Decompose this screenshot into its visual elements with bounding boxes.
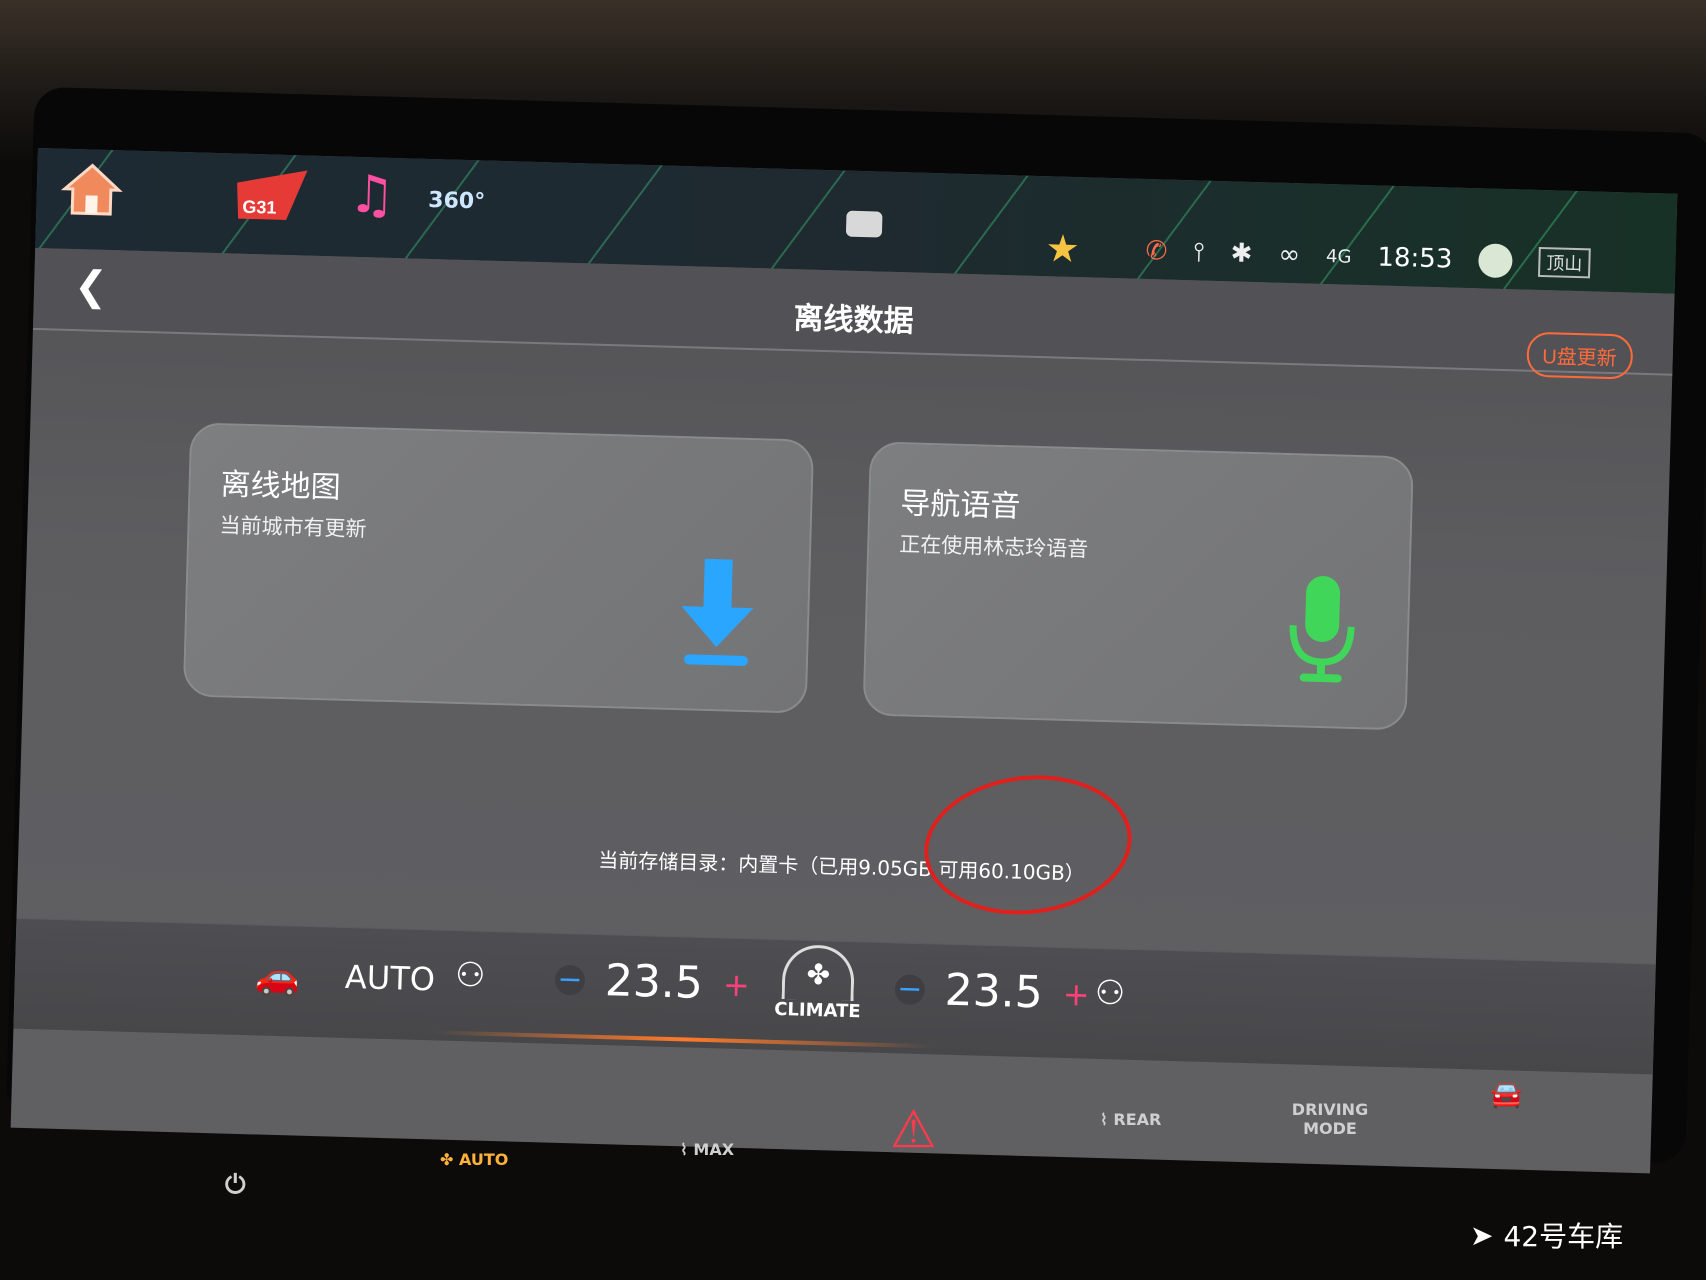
infotainment-screen: G31 ♫ 360° ★ ✆ ⫯ ✱ ∞ 4G 18:53 顶山 ❮ 离线数据 … bbox=[10, 148, 1678, 1174]
music-icon[interactable]: ♫ bbox=[341, 165, 403, 227]
left-temp-minus[interactable]: − bbox=[554, 962, 586, 998]
hazard-button[interactable]: ⚠ bbox=[890, 1100, 937, 1160]
right-temp-plus[interactable]: + bbox=[1062, 974, 1090, 1013]
driving-mode-button[interactable]: DRIVING MODE bbox=[1290, 1100, 1370, 1138]
usb-icon: ⫯ bbox=[1192, 236, 1206, 268]
bluetooth-off-icon: ✱ bbox=[1230, 238, 1253, 269]
usb-update-button[interactable]: U盘更新 bbox=[1525, 331, 1634, 380]
microphone-icon bbox=[1289, 576, 1355, 683]
offline-map-card[interactable]: 离线地图 当前城市有更新 bbox=[182, 422, 815, 714]
watermark: ➤ 42号车库 bbox=[1470, 1218, 1624, 1254]
logo-icon: ➤ bbox=[1470, 1218, 1494, 1252]
seat-heat-right-icon[interactable]: ⚇ bbox=[1094, 973, 1126, 1014]
home-icon[interactable] bbox=[56, 159, 128, 221]
right-temp-value: 23.5 bbox=[944, 964, 1044, 1019]
car-icon[interactable]: 🚗 bbox=[254, 955, 300, 998]
left-temp-control: − 23.5 + bbox=[554, 954, 750, 1010]
star-icon[interactable]: ★ bbox=[1045, 226, 1080, 271]
car-settings-icon[interactable]: 🚘 bbox=[1490, 1080, 1522, 1110]
fan-icon: ✤ bbox=[781, 944, 856, 1002]
rear-defrost-button[interactable]: ⌇ REAR bbox=[1100, 1110, 1161, 1129]
apps-grid-icon[interactable] bbox=[148, 163, 212, 223]
hardware-buttons: ⏻ ✤ AUTO ⌇ MAX ⚠ ⌇ REAR DRIVING MODE 🚘 bbox=[0, 1080, 1706, 1280]
left-temp-plus[interactable]: + bbox=[722, 965, 750, 1004]
card-subtitle: 当前城市有更新 bbox=[219, 513, 367, 542]
fan-auto-button[interactable]: ✤ AUTO bbox=[440, 1150, 508, 1169]
camera-360-icon[interactable]: 360° bbox=[416, 175, 497, 227]
svg-text:G31: G31 bbox=[242, 197, 277, 218]
right-temp-control: − 23.5 + bbox=[894, 963, 1090, 1019]
left-temp-value: 23.5 bbox=[604, 955, 704, 1009]
power-icon[interactable]: ⏻ bbox=[225, 1170, 246, 1201]
seat-heat-left-icon[interactable]: ⚇ bbox=[455, 955, 487, 996]
auto-climate-button[interactable]: AUTO bbox=[344, 958, 435, 998]
link-icon: ∞ bbox=[1277, 239, 1301, 271]
right-temp-minus[interactable]: − bbox=[894, 971, 926, 1007]
volume-button[interactable]: 顶山 bbox=[1537, 246, 1591, 279]
navigation-icon[interactable]: G31 bbox=[231, 163, 313, 225]
avatar[interactable] bbox=[1477, 243, 1513, 279]
signal-4g-icon: 4G bbox=[1325, 245, 1352, 268]
download-icon bbox=[681, 558, 754, 666]
clock-time: 18:53 bbox=[1377, 242, 1453, 275]
navigation-voice-card[interactable]: 导航语音 正在使用林志玲语音 bbox=[862, 441, 1414, 731]
climate-button[interactable]: ✤ CLIMATE bbox=[774, 944, 862, 1022]
phone-icon: ✆ bbox=[1145, 235, 1168, 267]
card-title: 导航语音 bbox=[899, 486, 1021, 525]
climate-bar: 🚗 AUTO ⚇ − 23.5 + ✤ CLIMATE − 23.5 + ⚇ bbox=[13, 917, 1656, 1075]
annotation-circle bbox=[916, 764, 1139, 926]
defrost-max-button[interactable]: ⌇ MAX bbox=[680, 1140, 734, 1159]
drag-handle[interactable] bbox=[845, 210, 883, 238]
card-subtitle: 正在使用林志玲语音 bbox=[898, 532, 1089, 562]
card-title: 离线地图 bbox=[220, 467, 342, 506]
